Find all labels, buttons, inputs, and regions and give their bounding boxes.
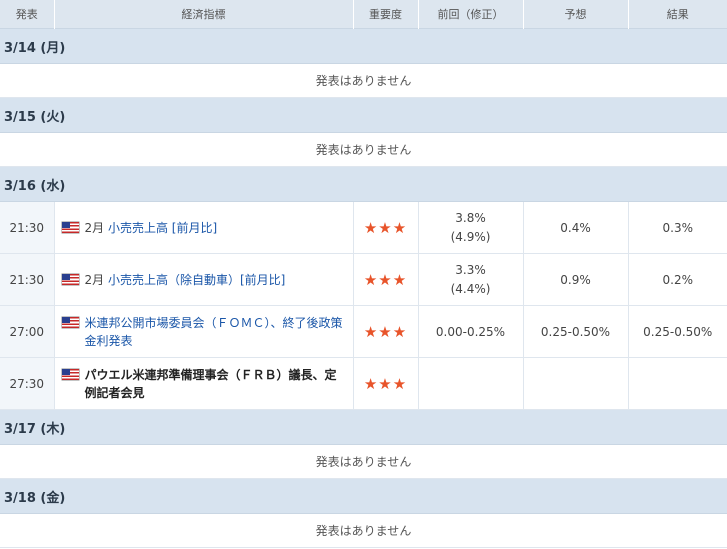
star-icons: ★★★: [363, 322, 408, 341]
no-release-text: 発表はありません: [0, 63, 727, 98]
no-release-text: 発表はありません: [0, 444, 727, 479]
us-flag-icon: [61, 273, 79, 285]
previous-value: 3.8%: [455, 210, 486, 225]
col-header-importance: 重要度: [353, 0, 419, 29]
economic-calendar-table: 発表 経済指標 重要度 前回（修正） 予想 結果 3/14 (月) 発表はありま…: [0, 0, 727, 548]
star-icons: ★★★: [363, 374, 408, 393]
event-previous: 3.8% (4.9%): [418, 201, 524, 254]
event-month: 2月: [84, 272, 105, 287]
date-row: 3/14 (月): [0, 28, 727, 64]
date-label: 3/14 (月): [0, 28, 727, 64]
no-release-text: 発表はありません: [0, 132, 727, 167]
col-header-time: 発表: [0, 0, 55, 29]
date-row: 3/18 (金): [0, 478, 727, 514]
event-forecast: [523, 357, 629, 410]
header-row: 発表 経済指標 重要度 前回（修正） 予想 結果: [0, 0, 727, 29]
importance-stars: ★★★: [353, 253, 419, 306]
event-row: 21:30 2月 小売売上高（除自動車）[前月比] ★★★ 3.3% (4.4%…: [0, 253, 727, 306]
col-header-actual: 結果: [628, 0, 727, 29]
event-row: 27:30 パウエル米連邦準備理事会（ＦＲＢ）議長、定例記者会見 ★★★: [0, 357, 727, 410]
star-icons: ★★★: [363, 218, 408, 237]
event-row: 27:00 米連邦公開市場委員会（ＦＯＭＣ）、終了後政策金利発表 ★★★ 0.0…: [0, 305, 727, 358]
date-row: 3/17 (木): [0, 409, 727, 445]
importance-stars: ★★★: [353, 305, 419, 358]
col-header-forecast: 予想: [523, 0, 629, 29]
event-indicator: パウエル米連邦準備理事会（ＦＲＢ）議長、定例記者会見: [54, 357, 354, 410]
previous-value: 3.3%: [455, 262, 486, 277]
no-release-text: 発表はありません: [0, 513, 727, 548]
event-time: 21:30: [0, 253, 55, 306]
revised-value: (4.9%): [450, 229, 491, 244]
event-name: パウエル米連邦準備理事会（ＦＲＢ）議長、定例記者会見: [84, 367, 337, 400]
event-actual: 0.3%: [628, 201, 727, 254]
no-release-row: 発表はありません: [0, 63, 727, 98]
event-previous: 0.00-0.25%: [418, 305, 524, 358]
date-label: 3/17 (木): [0, 409, 727, 445]
event-month: 2月: [84, 220, 105, 235]
importance-stars: ★★★: [353, 357, 419, 410]
event-name-link[interactable]: 米連邦公開市場委員会（ＦＯＭＣ）、終了後政策金利発表: [85, 316, 343, 348]
date-label: 3/15 (火): [0, 97, 727, 133]
revised-value: (4.4%): [450, 281, 491, 296]
event-previous: 3.3% (4.4%): [418, 253, 524, 306]
event-row: 21:30 2月 小売売上高 [前月比] ★★★ 3.8% (4.9%) 0.4…: [0, 201, 727, 254]
event-indicator: 米連邦公開市場委員会（ＦＯＭＣ）、終了後政策金利発表: [54, 305, 354, 358]
date-row: 3/15 (火): [0, 97, 727, 133]
col-header-indicator: 経済指標: [54, 0, 354, 29]
event-actual: [628, 357, 727, 410]
event-name-link[interactable]: 小売売上高 [前月比]: [108, 221, 217, 235]
col-header-previous: 前回（修正）: [418, 0, 524, 29]
importance-stars: ★★★: [353, 201, 419, 254]
star-icons: ★★★: [363, 270, 408, 289]
event-indicator: 2月 小売売上高 [前月比]: [54, 201, 354, 254]
us-flag-icon: [61, 221, 79, 233]
event-time: 27:30: [0, 357, 55, 410]
no-release-row: 発表はありません: [0, 132, 727, 167]
no-release-row: 発表はありません: [0, 444, 727, 479]
event-indicator: 2月 小売売上高（除自動車）[前月比]: [54, 253, 354, 306]
event-forecast: 0.25-0.50%: [523, 305, 629, 358]
date-label: 3/16 (水): [0, 166, 727, 202]
event-previous: [418, 357, 524, 410]
event-time: 27:00: [0, 305, 55, 358]
event-forecast: 0.9%: [523, 253, 629, 306]
us-flag-icon: [61, 316, 79, 328]
us-flag-icon: [61, 368, 79, 380]
event-time: 21:30: [0, 201, 55, 254]
event-forecast: 0.4%: [523, 201, 629, 254]
date-row: 3/16 (水): [0, 166, 727, 202]
event-name-link[interactable]: 小売売上高（除自動車）[前月比]: [108, 273, 285, 287]
event-actual: 0.2%: [628, 253, 727, 306]
no-release-row: 発表はありません: [0, 513, 727, 548]
event-actual: 0.25-0.50%: [628, 305, 727, 358]
date-label: 3/18 (金): [0, 478, 727, 514]
